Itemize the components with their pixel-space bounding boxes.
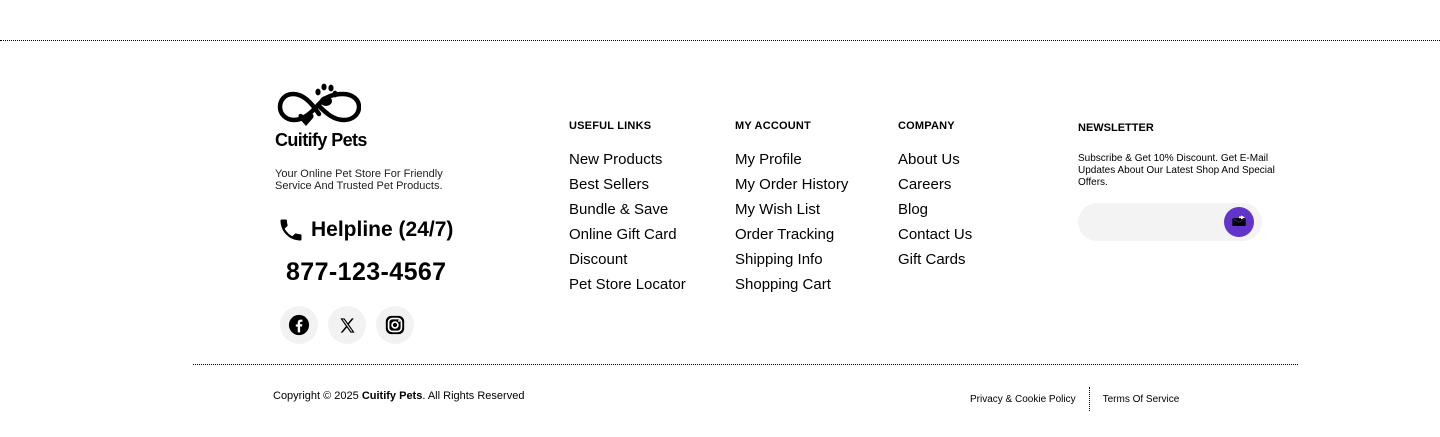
column-title: USEFUL LINKS xyxy=(569,120,652,132)
brand-name: Cuitify Pets xyxy=(275,130,367,150)
footer-link[interactable]: Best Sellers xyxy=(569,176,649,193)
column-title: MY ACCOUNT xyxy=(735,120,811,132)
footer-link[interactable]: Discount xyxy=(569,251,627,268)
footer-link[interactable]: Blog xyxy=(898,201,928,218)
column-title: COMPANY xyxy=(898,120,955,132)
helpline-label: Helpline (24/7) xyxy=(311,218,454,241)
list-item: Blog xyxy=(898,197,972,222)
link-list: About Us Careers Blog Contact Us Gift Ca… xyxy=(898,147,972,272)
bottom-divider xyxy=(193,364,1298,365)
list-item: Shopping Cart xyxy=(735,272,848,297)
social-links xyxy=(280,306,414,344)
list-item: Careers xyxy=(898,172,972,197)
brand-logo[interactable]: Cuitify Pets xyxy=(275,82,367,152)
footer-link[interactable]: Online Gift Card xyxy=(569,226,677,243)
footer-link[interactable]: Bundle & Save xyxy=(569,201,668,218)
instagram-icon xyxy=(385,315,405,335)
footer-link[interactable]: Gift Cards xyxy=(898,251,966,268)
brand-tagline: Your Online Pet Store For Friendly Servi… xyxy=(275,168,443,192)
useful-links-column: USEFUL LINKS New Products Best Sellers B… xyxy=(569,120,686,297)
footer-link[interactable]: About Us xyxy=(898,151,960,168)
list-item: About Us xyxy=(898,147,972,172)
facebook-icon xyxy=(288,314,310,336)
list-item: Contact Us xyxy=(898,222,972,247)
list-item: Shipping Info xyxy=(735,247,848,272)
list-item: Online Gift Card xyxy=(569,222,686,247)
list-item: Bundle & Save xyxy=(569,197,686,222)
newsletter: NEWSLETTER Subscribe & Get 10% Discount.… xyxy=(1078,122,1288,241)
copyright-suffix: . All Rights Reserved xyxy=(422,390,525,402)
mail-send-icon xyxy=(1232,215,1246,226)
infinity-paw-logo-icon xyxy=(277,83,361,126)
list-item: Order Tracking xyxy=(735,222,848,247)
list-item: My Order History xyxy=(735,172,848,197)
copyright-brand: Cuitify Pets xyxy=(361,390,423,402)
helpline-number[interactable]: 877-123-4567 xyxy=(286,258,447,287)
footer-link[interactable]: New Products xyxy=(569,151,662,168)
footer-link[interactable]: Order Tracking xyxy=(735,226,834,243)
list-item: Discount xyxy=(569,247,686,272)
instagram-link[interactable] xyxy=(376,306,414,344)
facebook-link[interactable] xyxy=(280,306,318,344)
footer-link[interactable]: Shipping Info xyxy=(735,251,823,268)
newsletter-title: NEWSLETTER xyxy=(1078,122,1154,134)
top-divider xyxy=(0,40,1440,41)
footer-link[interactable]: My Order History xyxy=(735,176,848,193)
newsletter-email-input[interactable] xyxy=(1088,207,1223,237)
phone-icon xyxy=(280,219,302,241)
newsletter-description: Subscribe & Get 10% Discount. Get E-Mail… xyxy=(1078,153,1275,188)
footer-link[interactable]: My Wish List xyxy=(735,201,820,218)
x-link[interactable] xyxy=(328,306,366,344)
footer-link[interactable]: My Profile xyxy=(735,151,802,168)
helpline: Helpline (24/7) xyxy=(277,216,453,244)
copyright: Copyright © 2025 Cuitify Pets. All Right… xyxy=(273,390,524,402)
footer-link[interactable]: Contact Us xyxy=(898,226,972,243)
newsletter-form xyxy=(1078,203,1262,241)
footer-link[interactable]: Careers xyxy=(898,176,951,193)
list-item: My Wish List xyxy=(735,197,848,222)
legal-links: Privacy & Cookie Policy Terms Of Service xyxy=(970,386,1179,412)
copyright-prefix: Copyright © 2025 xyxy=(273,390,362,402)
link-list: New Products Best Sellers Bundle & Save … xyxy=(569,147,686,297)
list-item: Pet Store Locator xyxy=(569,272,686,297)
legal-divider xyxy=(1088,387,1090,411)
list-item: New Products xyxy=(569,147,686,172)
footer-link[interactable]: Pet Store Locator xyxy=(569,276,686,293)
link-list: My Profile My Order History My Wish List… xyxy=(735,147,848,297)
footer-link[interactable]: Shopping Cart xyxy=(735,276,831,293)
company-column: COMPANY About Us Careers Blog Contact Us… xyxy=(898,120,972,272)
newsletter-submit-button[interactable] xyxy=(1224,207,1254,237)
my-account-column: MY ACCOUNT My Profile My Order History M… xyxy=(735,120,848,297)
list-item: My Profile xyxy=(735,147,848,172)
terms-of-service-link[interactable]: Terms Of Service xyxy=(1103,394,1180,405)
x-icon xyxy=(339,317,355,333)
list-item: Gift Cards xyxy=(898,247,972,272)
privacy-policy-link[interactable]: Privacy & Cookie Policy xyxy=(970,394,1076,405)
list-item: Best Sellers xyxy=(569,172,686,197)
